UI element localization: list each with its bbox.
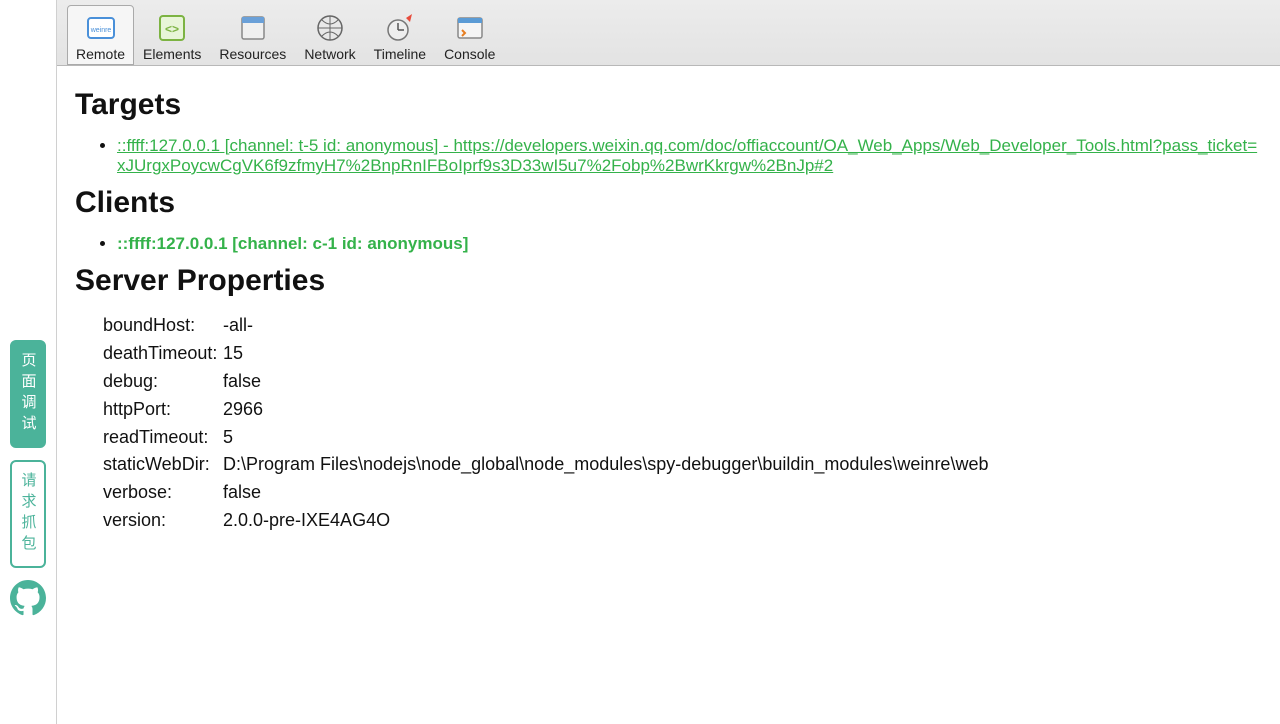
toolbar: weinre Remote <> Elements Resources Netw… <box>57 0 1280 66</box>
table-row: boundHost:-all- <box>103 312 1262 340</box>
prop-key: verbose: <box>103 479 223 507</box>
weinre-icon: weinre <box>85 12 117 44</box>
tab-elements[interactable]: <> Elements <box>134 5 210 65</box>
tab-label: Elements <box>143 46 201 62</box>
prop-val: -all- <box>223 312 253 340</box>
tab-label: Network <box>304 46 355 62</box>
target-item: ::ffff:127.0.0.1 [channel: t-5 id: anony… <box>117 136 1262 176</box>
timeline-icon <box>384 12 416 44</box>
prop-key: deathTimeout: <box>103 340 223 368</box>
tab-label: Remote <box>76 46 125 62</box>
github-link[interactable] <box>10 580 46 616</box>
table-row: deathTimeout:15 <box>103 340 1262 368</box>
prop-key: version: <box>103 507 223 535</box>
elements-icon: <> <box>156 12 188 44</box>
prop-val: false <box>223 368 261 396</box>
prop-val: 2966 <box>223 396 263 424</box>
server-properties-table: boundHost:-all- deathTimeout:15 debug:fa… <box>103 312 1262 535</box>
console-icon <box>454 12 486 44</box>
client-item: ::ffff:127.0.0.1 [channel: c-1 id: anony… <box>117 234 1262 254</box>
serverprops-heading: Server Properties <box>75 264 1262 298</box>
prop-key: readTimeout: <box>103 424 223 452</box>
prop-val: D:\Program Files\nodejs\node_global\node… <box>223 451 988 479</box>
tab-resources[interactable]: Resources <box>210 5 295 65</box>
tab-remote[interactable]: weinre Remote <box>67 5 134 65</box>
tab-label: Resources <box>219 46 286 62</box>
table-row: debug:false <box>103 368 1262 396</box>
tab-timeline[interactable]: Timeline <box>365 5 435 65</box>
network-icon <box>314 12 346 44</box>
github-icon <box>10 580 46 616</box>
sidebar-tab-label: 页面调试 <box>18 352 39 436</box>
resources-icon <box>237 12 269 44</box>
prop-val: 5 <box>223 424 233 452</box>
tab-label: Timeline <box>374 46 426 62</box>
targets-heading: Targets <box>75 88 1262 122</box>
prop-key: boundHost: <box>103 312 223 340</box>
tab-console[interactable]: Console <box>435 5 504 65</box>
prop-key: httpPort: <box>103 396 223 424</box>
prop-val: 2.0.0-pre-IXE4AG4O <box>223 507 390 535</box>
prop-val: 15 <box>223 340 243 368</box>
sidebar-tab-page-debug[interactable]: 页面调试 <box>10 340 46 448</box>
content-area: Targets ::ffff:127.0.0.1 [channel: t-5 i… <box>57 66 1280 535</box>
sidebar-tab-request-capture[interactable]: 请求抓包 <box>10 460 46 568</box>
sidebar-tab-label: 请求抓包 <box>18 472 39 556</box>
prop-key: debug: <box>103 368 223 396</box>
prop-key: staticWebDir: <box>103 451 223 479</box>
target-link[interactable]: ::ffff:127.0.0.1 [channel: t-5 id: anony… <box>117 136 1257 175</box>
table-row: readTimeout:5 <box>103 424 1262 452</box>
table-row: version:2.0.0-pre-IXE4AG4O <box>103 507 1262 535</box>
table-row: verbose:false <box>103 479 1262 507</box>
tab-network[interactable]: Network <box>295 5 364 65</box>
prop-val: false <box>223 479 261 507</box>
table-row: staticWebDir:D:\Program Files\nodejs\nod… <box>103 451 1262 479</box>
svg-text:weinre: weinre <box>89 27 111 34</box>
tab-label: Console <box>444 46 495 62</box>
clients-heading: Clients <box>75 186 1262 220</box>
client-entry: ::ffff:127.0.0.1 [channel: c-1 id: anony… <box>117 234 468 253</box>
svg-text:<>: <> <box>165 22 179 36</box>
table-row: httpPort:2966 <box>103 396 1262 424</box>
